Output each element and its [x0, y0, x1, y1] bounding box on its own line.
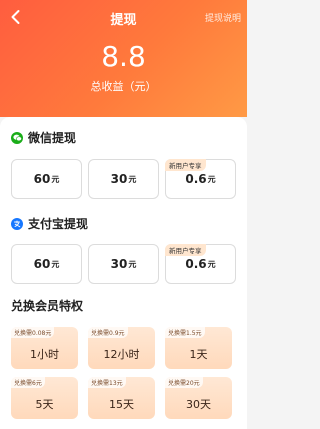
option-amount: 60 — [33, 172, 51, 186]
vip-duration: 1天 — [189, 348, 208, 361]
total-earnings-label: 总收益（元） — [90, 80, 157, 93]
option-unit: 元 — [207, 259, 216, 269]
content-card: 微信提现 60 元 30 元 新用户专享 0.6 元 支付宝提现 60 元 30 元 — [0, 117, 247, 429]
wechat-icon — [11, 131, 23, 144]
withdraw-rules-link[interactable]: 提现说明 — [205, 11, 241, 24]
alipay-section-header: 支付宝提现 — [11, 215, 88, 232]
vip-section-title: 兑换会员特权 — [11, 299, 84, 313]
wechat-option-30[interactable]: 30 元 — [88, 159, 159, 199]
option-amount: 0.6 — [185, 257, 207, 271]
vip-cost-label: 兑换需20元 — [165, 377, 203, 388]
vip-duration: 12小时 — [103, 348, 140, 361]
option-amount: 60 — [33, 257, 51, 271]
vip-item-15-days[interactable]: 兑换需13元 15天 — [88, 377, 155, 419]
wechat-option-60[interactable]: 60 元 — [11, 159, 82, 199]
new-user-badge: 新用户专享 — [165, 244, 206, 256]
total-earnings-amount: 8.8 — [101, 40, 146, 73]
option-unit: 元 — [128, 174, 137, 184]
alipay-option-0-6[interactable]: 新用户专享 0.6 元 — [165, 244, 236, 284]
alipay-icon — [11, 217, 23, 230]
vip-item-1-hour[interactable]: 兑换需0.08元 1小时 — [11, 327, 78, 369]
alipay-option-60[interactable]: 60 元 — [11, 244, 82, 284]
vip-duration: 15天 — [109, 398, 134, 411]
withdraw-page: 提现 提现说明 8.8 总收益（元） 微信提现 60 元 30 元 新用户专享 0.… — [0, 0, 247, 429]
vip-duration: 1小时 — [30, 348, 59, 361]
option-unit: 元 — [207, 174, 216, 184]
vip-cost-label: 兑换需13元 — [88, 377, 126, 388]
wechat-section-header: 微信提现 — [11, 129, 76, 146]
wechat-option-0-6[interactable]: 新用户专享 0.6 元 — [165, 159, 236, 199]
option-amount: 30 — [110, 172, 128, 186]
vip-cost-label: 兑换需1.5元 — [165, 327, 205, 338]
new-user-badge: 新用户专享 — [165, 159, 206, 171]
option-unit: 元 — [128, 259, 137, 269]
vip-duration: 5天 — [35, 398, 54, 411]
vip-item-1-day[interactable]: 兑换需1.5元 1天 — [165, 327, 232, 369]
vip-section-header: 兑换会员特权 — [11, 297, 83, 314]
alipay-section-title: 支付宝提现 — [28, 217, 89, 231]
vip-cost-label: 兑换需0.08元 — [11, 327, 55, 338]
option-unit: 元 — [51, 259, 60, 269]
vip-item-5-days[interactable]: 兑换需6元 5天 — [11, 377, 78, 419]
vip-item-12-hours[interactable]: 兑换需0.9元 12小时 — [88, 327, 155, 369]
option-unit: 元 — [51, 174, 60, 184]
vip-item-30-days[interactable]: 兑换需20元 30天 — [165, 377, 232, 419]
option-amount: 0.6 — [185, 172, 207, 186]
wechat-section-title: 微信提现 — [28, 131, 77, 145]
alipay-option-30[interactable]: 30 元 — [88, 244, 159, 284]
option-amount: 30 — [110, 257, 128, 271]
vip-duration: 30天 — [186, 398, 211, 411]
vip-cost-label: 兑换需6元 — [11, 377, 45, 388]
header: 提现 提现说明 8.8 总收益（元） — [0, 0, 247, 117]
vip-cost-label: 兑换需0.9元 — [88, 327, 128, 338]
